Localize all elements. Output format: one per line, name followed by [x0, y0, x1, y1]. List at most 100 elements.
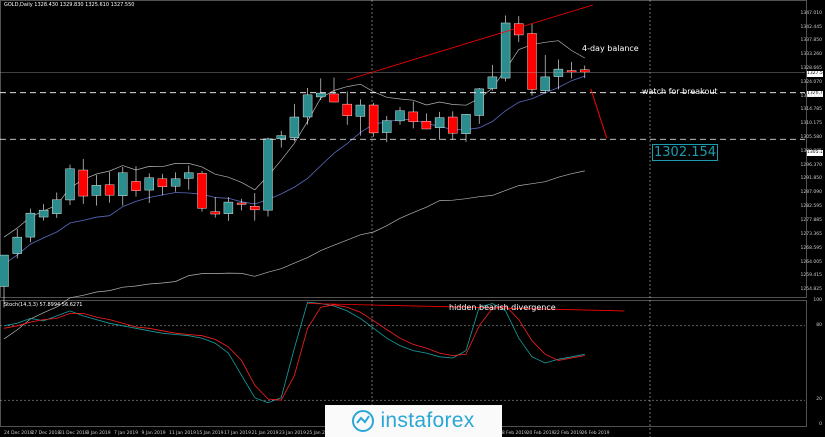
- candle-body: [91, 185, 102, 196]
- envelope-lower-line: [3, 170, 585, 340]
- projection-arrow: [590, 88, 608, 139]
- candle-body: [382, 120, 392, 133]
- candle-body: [170, 178, 181, 187]
- price-tick-label: 1337.850: [800, 38, 822, 44]
- candles: [0, 15, 590, 308]
- candle-body: [342, 103, 352, 117]
- logo-text: instaforex: [380, 409, 475, 432]
- candle-body: [184, 172, 194, 179]
- stoch-main-line: [3, 301, 585, 404]
- price-tick-label: 1296.370: [800, 162, 822, 168]
- candle-body: [210, 211, 220, 215]
- date-tick-label: 7 Jan 2019: [114, 430, 138, 436]
- price-tick-label: 1291.850: [800, 176, 822, 182]
- candle-body: [329, 93, 339, 103]
- date-tick-label: 18 Feb 2019: [499, 430, 527, 436]
- gold-daily-chart[interactable]: 24 Dec 201827 Dec 201831 Dec 20183 Jan 2…: [0, 0, 825, 437]
- chart-grid: [0, 0, 807, 437]
- price-tick-label: 1324.070: [800, 79, 822, 85]
- candle-body: [448, 116, 458, 134]
- date-axis: 24 Dec 201827 Dec 201831 Dec 20183 Jan 2…: [4, 430, 610, 436]
- candle-body: [302, 94, 313, 118]
- price-tick-label: 1305.580: [800, 135, 822, 141]
- price-tick-label: 1287.090: [800, 190, 822, 196]
- candle-body: [408, 111, 418, 123]
- breakout-annotation: watch for breakout: [642, 87, 718, 96]
- price-tick-label: 1300.985: [800, 148, 822, 154]
- resistance-trendline: [347, 4, 593, 81]
- stochastic-panel: [3, 301, 625, 404]
- candle-body: [118, 172, 128, 196]
- price-tick-label: 1333.260: [800, 52, 822, 58]
- date-tick-label: 17 Jan 2019: [224, 430, 251, 436]
- price-tick-label: 1319.155: [800, 94, 822, 100]
- stoch-tick-label: 20: [816, 397, 822, 403]
- date-tick-label: 3 Jan 2019: [87, 430, 111, 436]
- candle-body: [355, 104, 366, 117]
- candle-body: [421, 121, 432, 130]
- date-tick-label: 22 Feb 2019: [554, 430, 582, 436]
- candle-body: [514, 23, 524, 36]
- candle-body: [580, 69, 590, 73]
- candle-body: [250, 206, 260, 211]
- date-tick-label: 15 Jan 2019: [197, 430, 224, 436]
- candle-body: [316, 92, 326, 98]
- candle-body: [540, 76, 550, 91]
- stoch-tick-label: 80: [816, 322, 822, 328]
- candle-body: [553, 68, 564, 77]
- price-tick-label: 1328.665: [800, 65, 822, 71]
- date-tick-label: 31 Dec 2018: [59, 430, 88, 436]
- moving-average-lines: [3, 40, 585, 340]
- candle-body: [104, 184, 115, 196]
- symbol-header: GOLD,Daily 1328.430 1329.830 1325.610 13…: [4, 2, 135, 8]
- candle-body: [144, 177, 154, 191]
- stoch-tick-label: 0: [819, 422, 822, 427]
- instaforex-logo: instaforex: [325, 405, 502, 437]
- instaforex-logo-icon: [352, 410, 375, 432]
- candle-body: [461, 114, 471, 134]
- target-price-label: 1302.154: [652, 144, 719, 161]
- candle-body: [197, 173, 207, 209]
- candle-body: [263, 138, 273, 211]
- price-tick-label: 1268.595: [800, 245, 822, 251]
- candle-body: [527, 33, 537, 90]
- date-tick-label: 26 Feb 2019: [582, 430, 610, 436]
- date-tick-label: 11 Jan 2019: [169, 430, 196, 436]
- price-tick-label: 1277.885: [800, 217, 822, 223]
- price-tick-label: 1314.785: [800, 107, 822, 113]
- candle-body: [395, 110, 405, 122]
- price-tick-label: 1347.010: [800, 10, 822, 16]
- candle-body: [434, 117, 445, 128]
- date-tick-label: 27 Dec 2018: [32, 430, 61, 436]
- price-tick-label: 1282.595: [800, 203, 822, 209]
- candle-body: [38, 209, 49, 218]
- candle-body: [487, 76, 498, 89]
- candle-body: [78, 169, 88, 197]
- candle-body: [65, 168, 75, 201]
- date-tick-label: 21 Jan 2019: [252, 430, 279, 436]
- candle-body: [52, 199, 62, 214]
- price-tick-label: 1264.005: [800, 259, 822, 265]
- stochastic-header: Stoch(14,3,3) 57.8994 56.6271: [4, 302, 83, 308]
- current-price-box: 1327.550: [807, 71, 825, 77]
- stoch-tick-label: 100: [813, 298, 822, 303]
- stoch-signal-line: [3, 304, 585, 401]
- price-tick-label: 1342.445: [800, 24, 822, 30]
- candle-body: [131, 181, 141, 191]
- candle-body: [157, 178, 168, 187]
- balance-annotation: 4-day balance: [582, 44, 639, 53]
- candle-body: [223, 201, 234, 214]
- date-tick-label: 20 Feb 2019: [527, 430, 555, 436]
- candle-body: [276, 135, 286, 140]
- candle-body: [0, 254, 9, 287]
- date-tick-label: 23 Jan 2019: [279, 430, 306, 436]
- divergence-annotation: hidden bearish divergence: [449, 303, 556, 312]
- date-tick-label: 9 Jan 2019: [142, 430, 166, 436]
- price-tick-label: 1254.825: [800, 287, 822, 293]
- candle-body: [368, 104, 379, 134]
- candle-body: [236, 202, 247, 205]
- candle-body: [289, 116, 300, 138]
- price-tick-label: 1273.365: [800, 231, 822, 237]
- candle-body: [566, 70, 577, 73]
- date-tick-label: 24 Dec 2018: [4, 430, 33, 436]
